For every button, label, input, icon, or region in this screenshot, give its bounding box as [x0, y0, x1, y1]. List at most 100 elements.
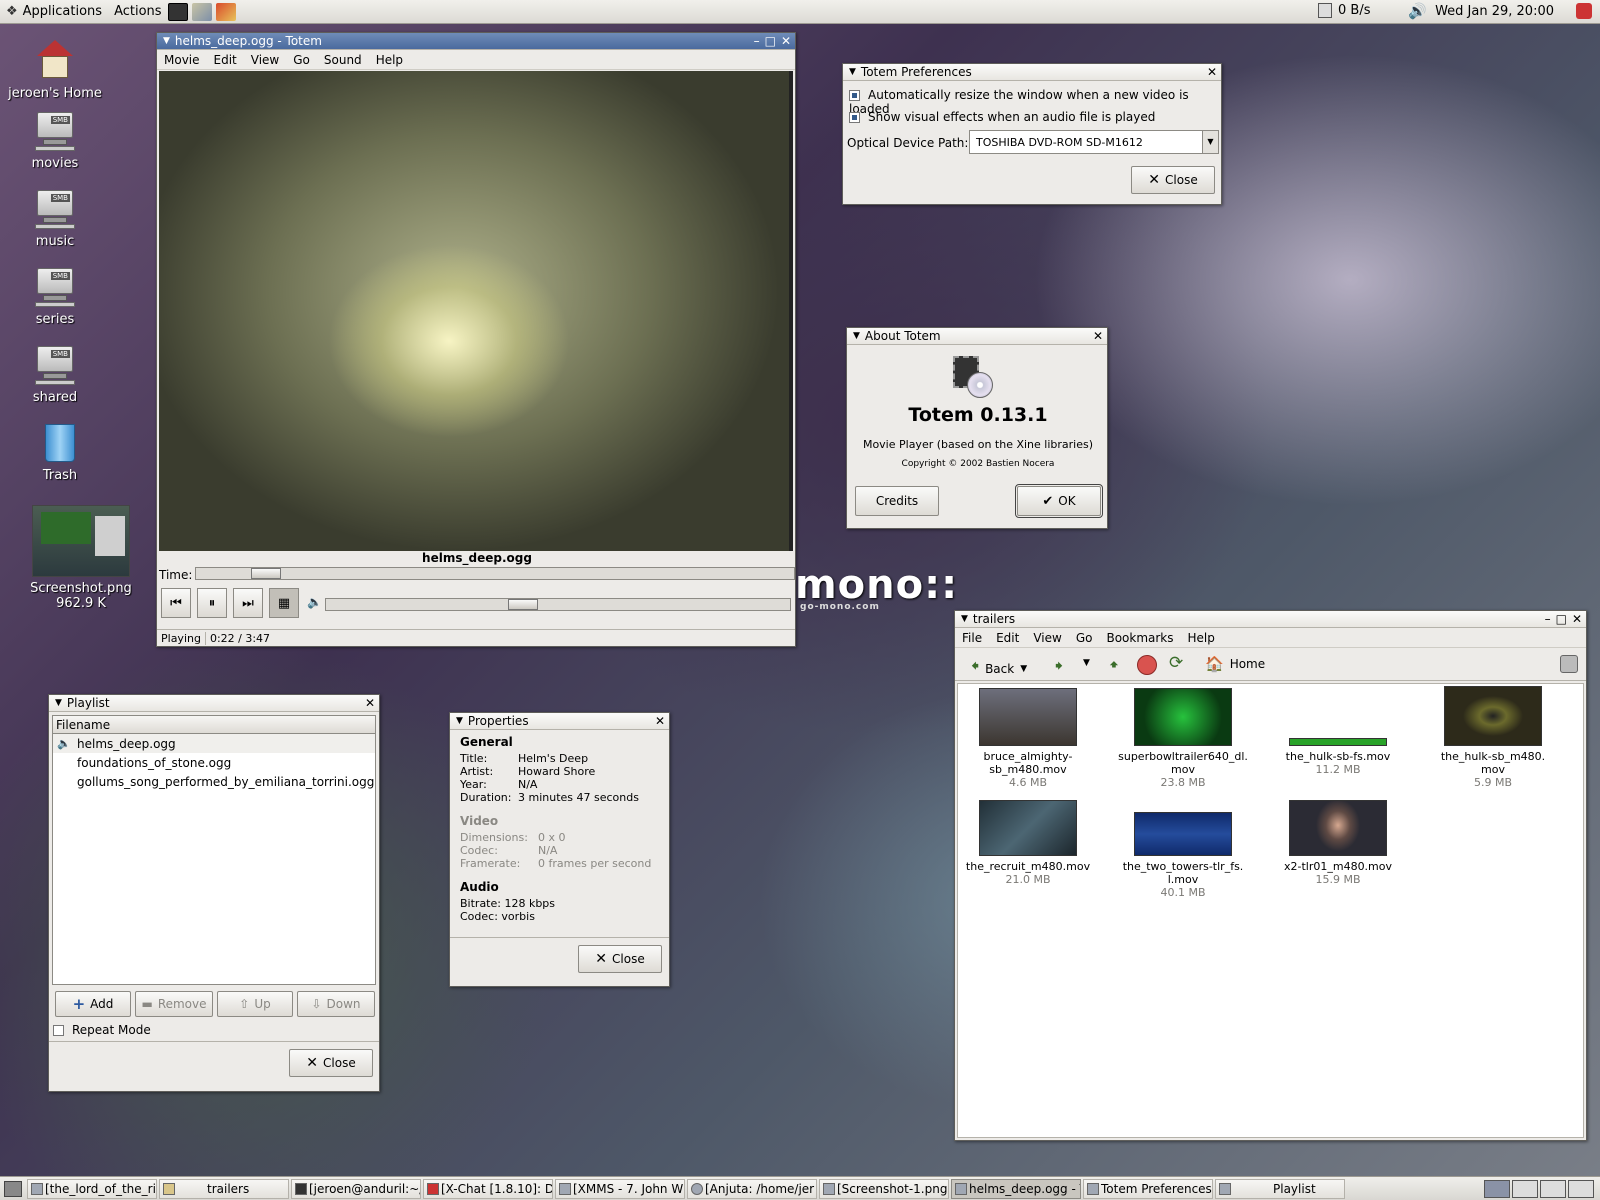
file-view[interactable]: bruce_almighty- sb_m480.mov 4.6 MB super… [957, 683, 1584, 1138]
previous-button[interactable]: ⏮ [161, 588, 191, 618]
taskbar-item[interactable]: [the_lord_of_the_ri [27, 1178, 157, 1199]
visual-effects-option[interactable]: Show visual effects when an audio file i… [849, 110, 1155, 124]
editor-launcher-icon[interactable] [191, 2, 212, 21]
window-menu-icon[interactable]: ▼ [853, 331, 860, 341]
add-button[interactable]: + Add [55, 991, 131, 1017]
down-button[interactable]: ⇩ Down [297, 991, 375, 1017]
menu-bookmarks[interactable]: Bookmarks [1099, 631, 1180, 645]
auto-resize-checkbox[interactable] [849, 90, 860, 101]
taskbar-item[interactable]: helms_deep.ogg - T [951, 1178, 1081, 1199]
minimize-icon[interactable]: – [1545, 612, 1551, 626]
minimize-icon[interactable]: – [754, 34, 760, 48]
next-button[interactable]: ⏭ [233, 588, 263, 618]
reload-icon[interactable]: ⟳ [1169, 653, 1183, 673]
volume-thumb[interactable] [508, 599, 538, 610]
file-item[interactable]: the_recruit_m480.mov 21.0 MB [958, 800, 1098, 886]
workspace-switcher[interactable] [1484, 1179, 1594, 1198]
repeat-mode-option[interactable]: Repeat Mode [53, 1023, 151, 1037]
playlist-close-button[interactable]: ✕ Close [289, 1049, 373, 1077]
totem-titlebar[interactable]: ▼ helms_deep.ogg - Totem – □ ✕ [157, 33, 795, 50]
menu-sound[interactable]: Sound [317, 53, 369, 67]
taskbar-item[interactable]: [X-Chat [1.8.10]: Di [423, 1178, 553, 1199]
file-item[interactable]: x2-tlr01_m480.mov 15.9 MB [1268, 800, 1408, 886]
close-icon[interactable]: ✕ [1572, 612, 1582, 626]
volume-slider[interactable] [325, 598, 791, 611]
device-path-combo[interactable]: TOSHIBA DVD-ROM SD-M1612 ▼ [969, 130, 1219, 154]
chevron-down-icon[interactable]: ▼ [1083, 658, 1090, 668]
menu-help[interactable]: Help [369, 53, 410, 67]
terminal-launcher-icon[interactable] [167, 2, 188, 21]
menu-help[interactable]: Help [1181, 631, 1222, 645]
menu-file[interactable]: File [955, 631, 989, 645]
menu-view[interactable]: View [244, 53, 286, 67]
filename-column-header[interactable]: Filename [53, 716, 375, 734]
properties-titlebar[interactable]: ▼ Properties ✕ [450, 713, 669, 730]
remove-button[interactable]: ▬ Remove [135, 991, 213, 1017]
video-area[interactable] [159, 71, 793, 551]
prefs-close-button[interactable]: ✕ Close [1131, 166, 1215, 194]
preferences-titlebar[interactable]: ▼ Totem Preferences ✕ [843, 64, 1221, 81]
taskbar-item[interactable]: [jeroen@anduril:~/c [291, 1178, 421, 1199]
close-icon[interactable]: ✕ [1207, 65, 1217, 79]
back-button[interactable]: 🠸 Back ▼ [971, 655, 1027, 682]
file-item[interactable]: the_hulk-sb_m480. mov 5.9 MB [1423, 686, 1563, 789]
up-arrow-icon[interactable]: 🠹 [1109, 654, 1119, 681]
workspace-2[interactable] [1512, 1179, 1538, 1198]
desktop-icon-shared[interactable]: SMB shared [0, 346, 110, 405]
desktop-icon-home[interactable]: jeroen's Home [0, 40, 110, 101]
forward-arrow-icon[interactable]: 🠺 [1055, 655, 1063, 682]
about-titlebar[interactable]: ▼ About Totem ✕ [847, 328, 1107, 345]
seek-thumb[interactable] [251, 568, 281, 579]
playlist-list[interactable]: Filename 🔈 helms_deep.ogg foundations_of… [52, 715, 376, 985]
workspace-1[interactable] [1484, 1179, 1510, 1198]
volume-icon[interactable]: 🔊 [1408, 2, 1427, 20]
menu-go[interactable]: Go [1069, 631, 1100, 645]
file-item[interactable]: the_hulk-sb-fs.mov 11.2 MB [1268, 688, 1408, 776]
clock[interactable]: Wed Jan 29, 20:00 [1435, 4, 1554, 19]
chevron-down-icon[interactable]: ▼ [1202, 131, 1218, 153]
menu-edit[interactable]: Edit [989, 631, 1026, 645]
ok-button[interactable]: ✔ OK [1015, 484, 1103, 518]
up-button[interactable]: ⇧ Up [217, 991, 293, 1017]
pause-button[interactable]: ⏸ [197, 588, 227, 618]
window-menu-icon[interactable]: ▼ [456, 716, 463, 726]
home-button[interactable]: 🏠 Home [1205, 655, 1265, 673]
window-menu-icon[interactable]: ▼ [849, 67, 856, 77]
playlist-row[interactable]: foundations_of_stone.ogg [53, 753, 375, 772]
desktop-icon-screenshot[interactable]: Screenshot.png 962.9 K [25, 505, 137, 611]
menu-edit[interactable]: Edit [207, 53, 244, 67]
chevron-down-icon[interactable]: ▼ [1020, 664, 1027, 674]
close-icon[interactable]: ✕ [781, 34, 791, 48]
taskbar-item[interactable]: [Anjuta: /home/jer [687, 1178, 817, 1199]
window-menu-icon[interactable]: ▼ [163, 36, 170, 46]
desktop-icon-music[interactable]: SMB music [0, 190, 110, 249]
close-icon[interactable]: ✕ [365, 696, 375, 710]
workspace-3[interactable] [1540, 1179, 1566, 1198]
user-menu-icon[interactable] [1576, 3, 1592, 19]
file-item[interactable]: the_two_towers-tlr_fs. l.mov 40.1 MB [1113, 812, 1253, 899]
applications-menu[interactable]: ❖ Applications [0, 0, 108, 24]
workspace-4[interactable] [1568, 1179, 1594, 1198]
seek-slider[interactable] [195, 567, 795, 580]
taskbar-item[interactable]: [Screenshot-1.png ( [819, 1178, 949, 1199]
menu-view[interactable]: View [1026, 631, 1068, 645]
file-item[interactable]: superbowltrailer640_dl. mov 23.8 MB [1113, 688, 1253, 789]
window-menu-icon[interactable]: ▼ [55, 698, 62, 708]
properties-close-button[interactable]: ✕ Close [578, 945, 662, 973]
close-icon[interactable]: ✕ [655, 714, 665, 728]
actions-menu[interactable]: Actions [108, 0, 168, 24]
window-menu-icon[interactable]: ▼ [961, 614, 968, 624]
desktop-icon-series[interactable]: SMB series [0, 268, 110, 327]
menu-movie[interactable]: Movie [157, 53, 207, 67]
maximize-icon[interactable]: □ [765, 34, 776, 48]
playlist-row[interactable]: gollums_song_performed_by_emiliana_torri… [53, 772, 375, 791]
taskbar-item[interactable]: trailers [159, 1178, 289, 1199]
taskbar-item[interactable]: [XMMS - 7. John Wil [555, 1178, 685, 1199]
playlist-row[interactable]: 🔈 helms_deep.ogg [53, 734, 375, 753]
playlist-titlebar[interactable]: ▼ Playlist ✕ [49, 695, 379, 712]
show-desktop-icon[interactable] [4, 1180, 22, 1197]
network-monitor[interactable]: 0 B/s [1318, 3, 1370, 18]
maximize-icon[interactable]: □ [1556, 612, 1567, 626]
menu-go[interactable]: Go [286, 53, 317, 67]
taskbar-item[interactable]: Playlist [1215, 1178, 1345, 1199]
